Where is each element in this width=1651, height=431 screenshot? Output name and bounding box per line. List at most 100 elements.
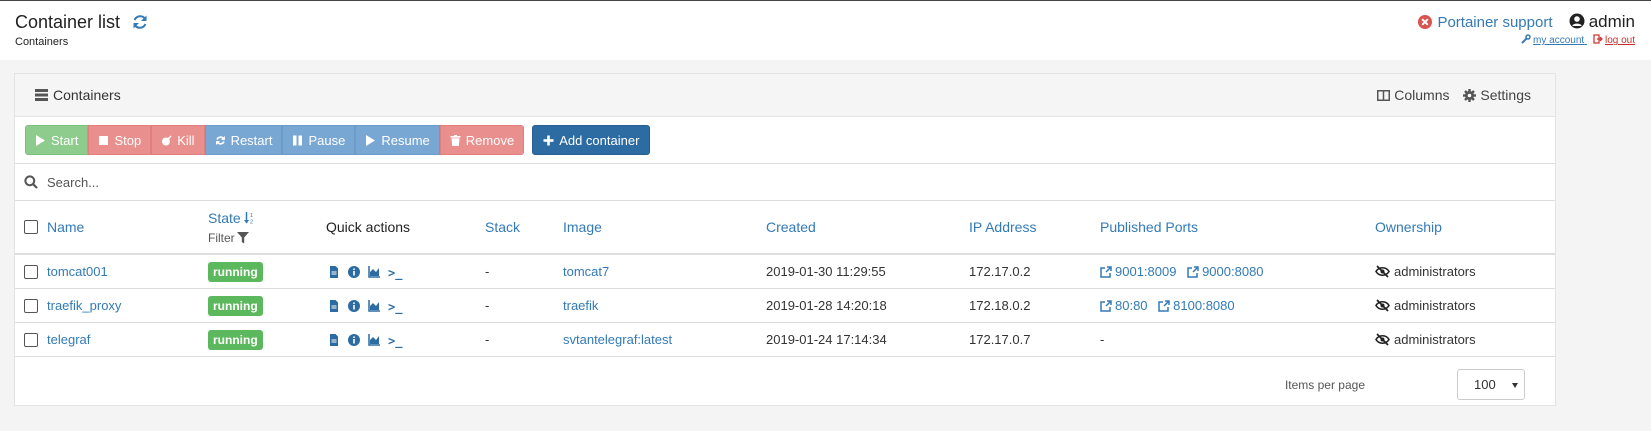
settings-button[interactable]: Settings [1463, 87, 1531, 103]
image-link[interactable]: traefik [563, 298, 598, 313]
select-all-checkbox[interactable] [24, 220, 38, 234]
info-icon[interactable] [348, 300, 360, 312]
eye-slash-icon [1375, 333, 1390, 346]
page-header: Container list Containers Portainer supp… [0, 1, 1651, 60]
row-checkbox[interactable] [24, 265, 38, 279]
gear-icon [1463, 89, 1477, 102]
port-link[interactable]: 8100:8080 [1158, 298, 1235, 313]
kill-label: Kill [177, 132, 195, 148]
column-state-label: State [208, 210, 241, 226]
image-link[interactable]: tomcat7 [563, 264, 609, 279]
row-checkbox[interactable] [24, 299, 38, 313]
info-icon[interactable] [348, 334, 360, 346]
sort-alpha-icon: 12 [243, 212, 253, 224]
filter-icon [236, 232, 249, 244]
widget-title-label: Containers [53, 87, 121, 103]
area-chart-icon[interactable] [368, 334, 380, 346]
container-name-link[interactable]: traefik_proxy [47, 298, 121, 313]
column-image[interactable]: Image [563, 219, 602, 235]
logout-link[interactable]: log out [1593, 34, 1635, 46]
port-link[interactable]: 80:80 [1100, 298, 1148, 313]
port-label: 8100:8080 [1173, 298, 1235, 313]
port-link[interactable]: 9001:8009 [1100, 264, 1176, 279]
terminal-icon[interactable]: >_ [388, 266, 402, 280]
caret-down-icon [1512, 383, 1518, 388]
breadcrumb: Containers [15, 36, 69, 48]
ownership-label: administrators [1394, 332, 1476, 347]
container-name-link[interactable]: telegraf [47, 332, 90, 347]
remove-label: Remove [465, 132, 515, 148]
list-icon [35, 89, 48, 101]
row-checkbox[interactable] [24, 333, 38, 347]
ownership-value: administrators [1375, 298, 1476, 313]
bomb-icon [162, 134, 172, 145]
resume-button[interactable]: Resume [355, 125, 440, 155]
items-per-page-value: 100 [1474, 377, 1496, 392]
portainer-support-link[interactable]: Portainer support [1418, 14, 1556, 31]
resume-label: Resume [381, 132, 430, 148]
add-container-label: Add container [559, 132, 640, 148]
eye-slash-icon [1375, 299, 1390, 312]
column-state-wrap: State 1 2 [208, 210, 256, 226]
search-input[interactable] [45, 170, 645, 194]
port-link[interactable]: 9000:8080 [1187, 264, 1264, 279]
restart-label: Restart [230, 132, 273, 148]
port-label: 9001:8009 [1115, 264, 1177, 279]
settings-label: Settings [1480, 87, 1531, 103]
container-name-link[interactable]: tomcat001 [47, 264, 108, 279]
column-created[interactable]: Created [766, 219, 816, 235]
wrench-icon [1521, 34, 1531, 44]
pause-label: Pause [308, 132, 346, 148]
user-name: admin [1588, 12, 1635, 31]
widget-header: Containers Columns Settings [15, 74, 1555, 117]
state-filter[interactable]: Filter [208, 231, 249, 245]
my-account-label: my account [1533, 35, 1585, 46]
column-name[interactable]: Name [47, 219, 84, 235]
restart-button[interactable]: Restart [204, 125, 283, 155]
sign-out-icon [1593, 34, 1603, 44]
times-circle-icon [1418, 15, 1433, 29]
eye-slash-icon [1375, 265, 1390, 278]
columns-button[interactable]: Columns [1377, 87, 1453, 103]
stop-button[interactable]: Stop [88, 125, 152, 155]
my-account-link[interactable]: my account [1521, 34, 1587, 46]
port-label: 80:80 [1115, 298, 1148, 313]
kill-button[interactable]: Kill [151, 125, 205, 155]
column-state[interactable]: State 1 2 [208, 210, 256, 226]
created-value: 2019-01-24 17:14:34 [766, 332, 887, 347]
ownership-value: administrators [1375, 332, 1476, 347]
column-ip-address[interactable]: IP Address [969, 219, 1036, 235]
file-icon[interactable] [328, 334, 340, 346]
containers-widget: Containers Columns Settings Start Stop K… [14, 73, 1556, 406]
terminal-icon[interactable]: >_ [388, 300, 402, 314]
info-icon[interactable] [348, 266, 360, 278]
remove-button[interactable]: Remove [439, 125, 525, 155]
refresh-icon[interactable] [131, 13, 149, 31]
filter-label: Filter [208, 231, 235, 245]
area-chart-icon[interactable] [368, 266, 380, 278]
file-icon[interactable] [328, 266, 340, 278]
ownership-value: administrators [1375, 264, 1476, 279]
table-row: telegraf running >_ - svtantelegraf:late… [15, 323, 1555, 357]
page-title: Container list [15, 12, 121, 32]
items-per-page-select[interactable]: 100 [1457, 369, 1525, 400]
terminal-icon[interactable]: >_ [388, 334, 402, 348]
published-ports: 9001:8009 9000:8080 [1100, 264, 1271, 279]
column-ownership[interactable]: Ownership [1375, 219, 1442, 235]
file-icon[interactable] [328, 300, 340, 312]
external-link-icon [1100, 266, 1112, 278]
image-link[interactable]: svtantelegraf:latest [563, 332, 672, 347]
area-chart-icon[interactable] [368, 300, 380, 312]
container-actions: Start Stop Kill Restart Pause Resume Rem… [25, 125, 651, 155]
start-label: Start [51, 132, 79, 148]
column-published-ports[interactable]: Published Ports [1100, 219, 1198, 235]
add-container-button[interactable]: Add container [532, 125, 651, 155]
column-stack[interactable]: Stack [485, 219, 520, 235]
widget-title: Containers [35, 87, 121, 103]
published-ports-empty: - [1100, 332, 1105, 347]
pause-button[interactable]: Pause [282, 125, 356, 155]
external-link-icon [1158, 300, 1170, 312]
start-button[interactable]: Start [25, 125, 89, 155]
plus-icon [543, 135, 554, 145]
table-row: tomcat001 running >_ - tomcat7 2019-01-3… [15, 255, 1555, 289]
